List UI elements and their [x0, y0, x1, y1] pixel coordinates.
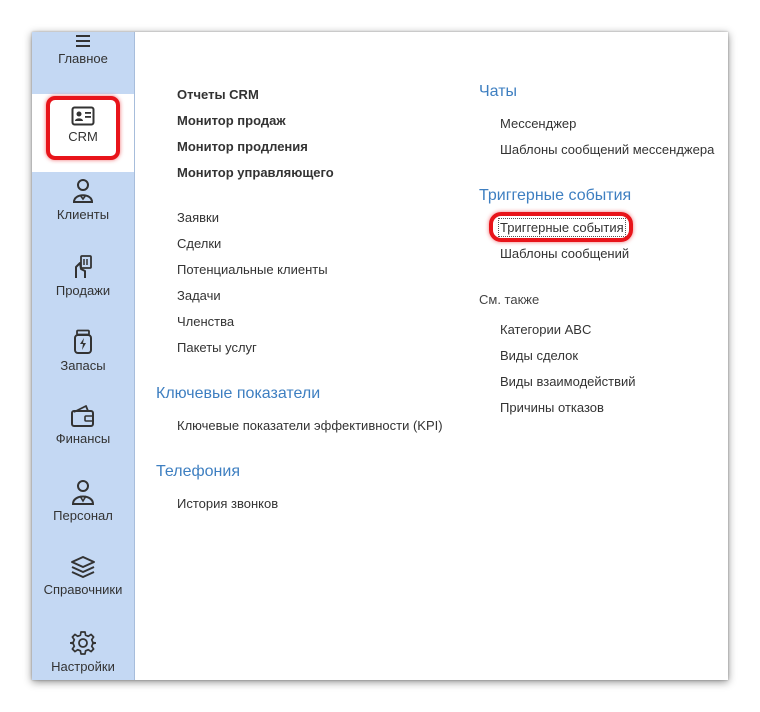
sidebar-item-main[interactable]: Главное	[32, 34, 134, 78]
sidebar-item-sales[interactable]: Продажи	[32, 254, 134, 304]
link-rejection-reasons[interactable]: Причины отказов	[500, 400, 604, 415]
sidebar-item-label: Главное	[58, 51, 108, 66]
main-content: Отчеты CRM Монитор продаж Монитор продле…	[135, 32, 728, 680]
sidebar-item-label: Справочники	[43, 582, 123, 597]
staff-person-icon	[71, 480, 95, 505]
link-message-templates[interactable]: Шаблоны сообщений	[500, 246, 629, 261]
client-person-icon	[72, 179, 94, 203]
section-header-see-also: См. также	[479, 292, 540, 307]
sidebar-item-label: Клиенты	[56, 207, 110, 222]
link-messenger-templates[interactable]: Шаблоны сообщений мессенджера	[500, 142, 714, 157]
link-crm-reports[interactable]: Отчеты CRM	[177, 87, 259, 102]
sidebar-item-inventory[interactable]: Запасы	[32, 329, 134, 379]
sidebar-item-finance[interactable]: Финансы	[32, 404, 134, 454]
link-memberships[interactable]: Членства	[177, 314, 234, 329]
sidebar-item-label: Запасы	[60, 358, 106, 373]
link-deals[interactable]: Сделки	[177, 236, 221, 251]
trigger-events-highlight-frame	[489, 212, 633, 242]
sidebar-item-label: Настройки	[51, 659, 115, 674]
sidebar-item-label: Продажи	[55, 283, 111, 298]
sidebar-item-references[interactable]: Справочники	[32, 555, 134, 605]
sidebar-item-clients[interactable]: Клиенты	[32, 178, 134, 228]
crm-highlight-frame	[46, 96, 120, 160]
link-requests[interactable]: Заявки	[177, 210, 219, 225]
link-kpi[interactable]: Ключевые показатели эффективности (KPI)	[177, 418, 443, 433]
link-potential-clients[interactable]: Потенциальные клиенты	[177, 262, 328, 277]
section-header-triggers: Триггерные события	[479, 187, 632, 204]
section-header-kpi: Ключевые показатели	[156, 385, 321, 402]
menu-icon	[76, 35, 90, 47]
app-window: Главное CRM Клиенты Продажи Запасы Финан…	[32, 32, 728, 680]
link-service-packages[interactable]: Пакеты услуг	[177, 340, 257, 355]
link-call-history[interactable]: История звонков	[177, 496, 278, 511]
gear-icon	[70, 631, 96, 655]
section-header-telephony: Телефония	[156, 463, 240, 480]
link-sales-monitor[interactable]: Монитор продаж	[177, 113, 286, 128]
sidebar: Главное CRM Клиенты Продажи Запасы Финан…	[32, 32, 135, 680]
link-messenger[interactable]: Мессенджер	[500, 116, 576, 131]
link-tasks[interactable]: Задачи	[177, 288, 221, 303]
link-deal-types[interactable]: Виды сделок	[500, 348, 578, 363]
section-header-chats: Чаты	[479, 83, 518, 100]
link-renewal-monitor[interactable]: Монитор продления	[177, 139, 308, 154]
inventory-jar-icon	[74, 329, 92, 354]
sidebar-item-settings[interactable]: Настройки	[32, 630, 134, 680]
link-manager-monitor[interactable]: Монитор управляющего	[177, 165, 334, 180]
link-abc-categories[interactable]: Категории ABC	[500, 322, 591, 337]
link-interaction-types[interactable]: Виды взаимодействий	[500, 374, 636, 389]
wallet-icon	[71, 405, 94, 427]
layers-icon	[71, 556, 95, 578]
sidebar-item-staff[interactable]: Персонал	[32, 479, 134, 529]
sales-hand-icon	[75, 255, 92, 278]
sidebar-item-label: Финансы	[55, 431, 111, 446]
sidebar-item-label: Персонал	[53, 508, 113, 523]
